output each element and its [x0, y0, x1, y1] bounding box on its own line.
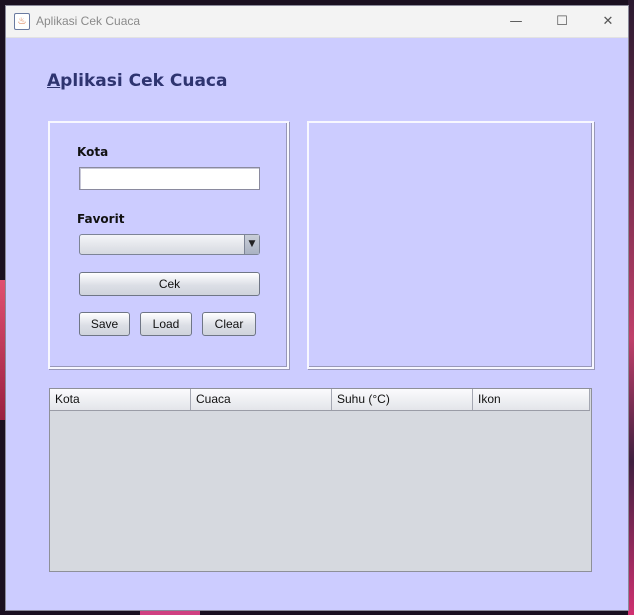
page-title: Aplikasi Cek Cuaca: [47, 71, 227, 91]
app-window: ♨ Aplikasi Cek Cuaca — ☐ ✕ Aplikasi Cek …: [5, 5, 629, 611]
kota-label: Kota: [77, 145, 109, 159]
favorit-label: Favorit: [77, 212, 125, 226]
chevron-down-icon[interactable]: ▼: [244, 235, 259, 254]
result-panel: [307, 121, 594, 369]
kota-input[interactable]: [79, 167, 260, 190]
minimize-button[interactable]: —: [493, 6, 539, 37]
load-button[interactable]: Load: [140, 312, 192, 336]
weather-table[interactable]: Kota Cuaca Suhu (°C) Ikon: [49, 388, 592, 572]
title-rest: plikasi Cek Cuaca: [60, 71, 228, 91]
column-header-ikon[interactable]: Ikon: [473, 389, 590, 410]
column-header-cuaca[interactable]: Cuaca: [191, 389, 332, 410]
desktop-background-bottom: [140, 611, 200, 615]
input-panel: Kota Favorit ▼ Cek Save Load Clear: [48, 121, 289, 369]
maximize-button[interactable]: ☐: [539, 6, 585, 37]
column-header-kota[interactable]: Kota: [50, 389, 191, 410]
title-bar[interactable]: ♨ Aplikasi Cek Cuaca — ☐ ✕: [6, 6, 628, 38]
cek-button[interactable]: Cek: [79, 272, 260, 296]
table-header: Kota Cuaca Suhu (°C) Ikon: [50, 389, 590, 411]
window-title: Aplikasi Cek Cuaca: [36, 14, 141, 28]
java-icon: ♨: [14, 13, 30, 30]
close-button[interactable]: ✕: [585, 6, 631, 37]
title-mnemonic: A: [47, 71, 61, 91]
clear-button[interactable]: Clear: [202, 312, 256, 336]
save-button[interactable]: Save: [79, 312, 130, 336]
column-header-suhu[interactable]: Suhu (°C): [332, 389, 473, 410]
favorit-dropdown[interactable]: ▼: [79, 234, 260, 255]
